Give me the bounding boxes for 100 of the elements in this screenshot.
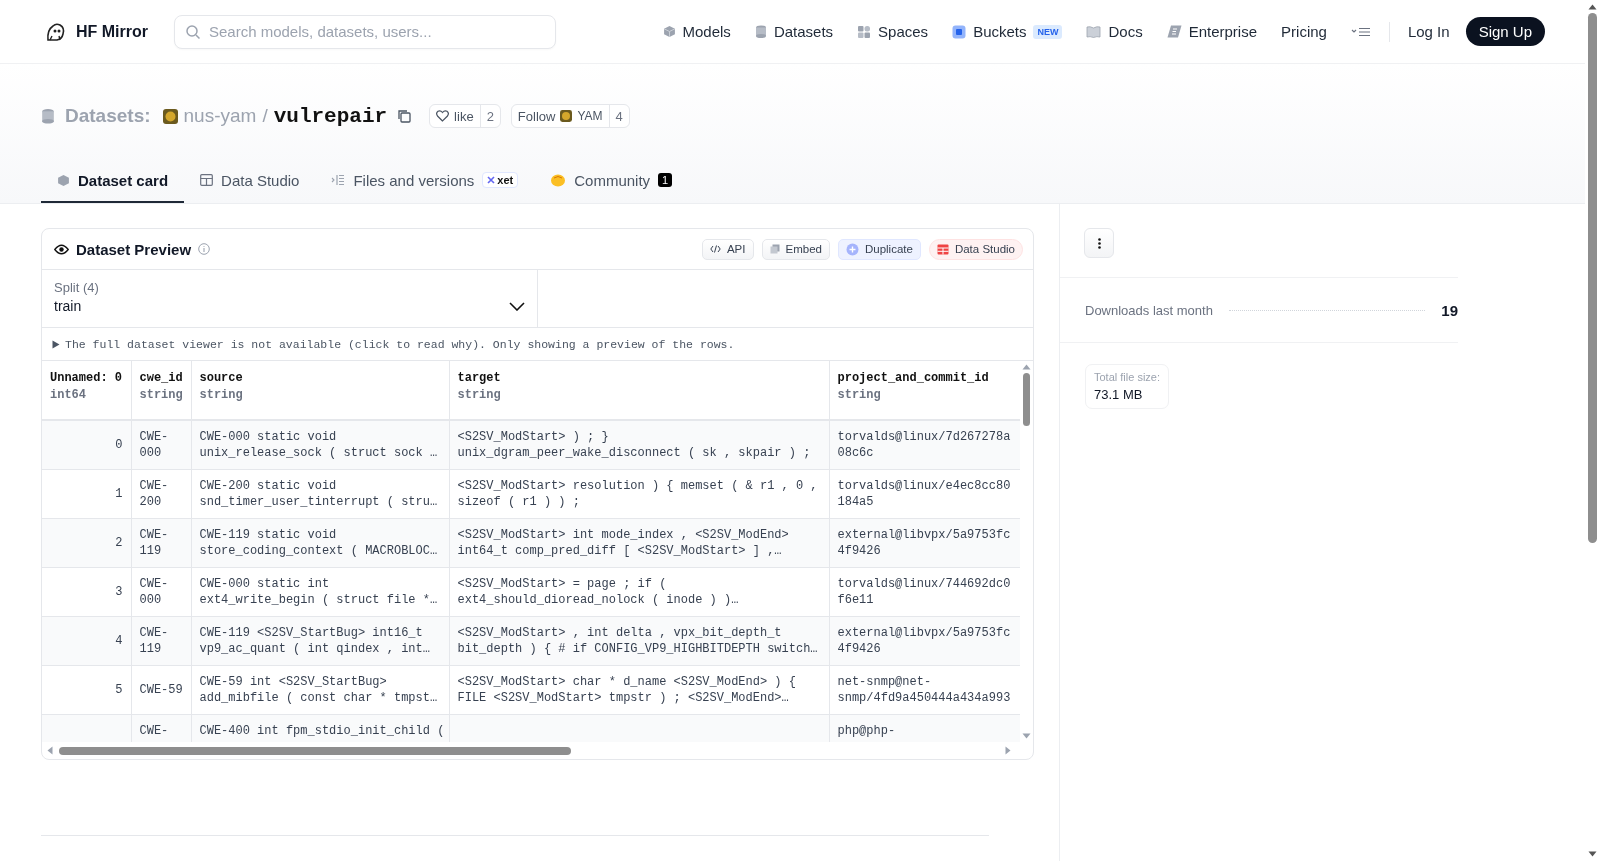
table-cell: 4: [115, 634, 123, 648]
square-icon: [952, 24, 967, 39]
list-icon: [331, 174, 346, 186]
org-avatar: [162, 108, 178, 124]
table-cell: 0: [115, 438, 123, 452]
table-cell: <S2SV_ModStart> int mode_index , <S2SV_ModEnd> int64_t comp_pred_diff [ <S2SV_ModStart> ] ,…: [457, 528, 789, 558]
count-badge: 1: [658, 173, 673, 187]
nav-link[interactable]: Buckets NEW: [952, 23, 1063, 40]
like-count: 2: [479, 105, 500, 127]
table-cell: php@php-: [837, 724, 896, 738]
like-button[interactable]: like 2: [429, 104, 501, 128]
downloads-label: Downloads last month: [1085, 302, 1213, 318]
table-cell: torvalds@linux/e4ec8cc80 184a5: [837, 479, 1011, 509]
up-arrow-icon[interactable]: [1588, 4, 1597, 10]
nav-link[interactable]: Datasets: [754, 23, 834, 40]
table-cell: torvalds@linux/7d267278a 08c6c: [837, 430, 1011, 460]
action-button[interactable]: Embed: [761, 238, 830, 260]
down-arrow-icon[interactable]: [1588, 851, 1597, 857]
follow-label: Follow: [517, 108, 556, 124]
table-cell: CWE-000 static void unix_release_sock ( struct sock …: [199, 430, 438, 460]
repo-name[interactable]: vulrepair: [273, 104, 388, 128]
file-size-value: 73.1 MB: [1094, 387, 1144, 402]
database-icon: [754, 25, 767, 38]
table-cell: <S2SV_ModStart> = page ; if ( ext4_should_dioread_nolock ( inode ) )…: [457, 577, 739, 607]
nav-link[interactable]: Enterprise: [1166, 23, 1258, 40]
copy-icon: [769, 244, 780, 254]
org-avatar: [560, 110, 573, 122]
table-cell: CWE-200 static void snd_timer_user_tinterrupt ( stru…: [199, 479, 438, 509]
search-field[interactable]: Search models, datasets, users...: [174, 14, 556, 49]
action-button[interactable]: API: [701, 238, 754, 260]
table-cell: CWE-119 <S2SV_StartBug> int16_t vp9_ac_quant ( int qindex , int…: [199, 626, 430, 656]
scroll-thumb[interactable]: [1588, 13, 1597, 543]
table-cell: external@libvpx/5a9753fc 4f9426: [837, 528, 1011, 558]
table-cell: CWE-59: [139, 683, 183, 697]
table-cell: <S2SV_ModStart> ) ; } unix_dgram_peer_wake_disconnect ( sk , skpair ) ;: [457, 430, 811, 460]
badge-label: xet: [497, 174, 514, 186]
copy-icon[interactable]: [397, 109, 412, 123]
tab[interactable]: Community 1: [534, 159, 689, 203]
table-cell: CWE-: [139, 724, 169, 738]
table-cell: CWE-119 static void store_coding_context ( MACROBLOC…: [199, 528, 438, 558]
action-button[interactable]: Duplicate: [837, 238, 921, 260]
nav-link[interactable]: Docs: [1086, 23, 1143, 40]
tag-icon: [1166, 25, 1182, 38]
path-separator: /: [262, 105, 268, 127]
tab[interactable]: Dataset card: [41, 159, 185, 203]
brand-name[interactable]: HF Mirror: [76, 22, 148, 41]
table-cell: CWE-59 int <S2SV_StartBug> add_mibfile ( const char * tmpst…: [199, 675, 438, 705]
table-cell: CWE-000 static int ext4_write_begin ( struct file *…: [199, 577, 438, 607]
menu-icon[interactable]: [1350, 26, 1371, 37]
split-select[interactable]: Split (4) train: [42, 270, 538, 327]
disclosure-icon[interactable]: [52, 339, 60, 349]
table-icon: [936, 243, 949, 255]
table-cell: 5: [115, 683, 123, 697]
tab[interactable]: Data Studio: [184, 159, 316, 203]
chevron-icon: [509, 302, 525, 311]
more-button[interactable]: [1084, 228, 1114, 258]
scroll-thumb[interactable]: [59, 746, 571, 755]
table-icon: [200, 174, 214, 186]
table-cell: 1: [115, 487, 123, 501]
plus-icon: [845, 242, 859, 256]
info-icon[interactable]: [198, 243, 211, 255]
follow-button[interactable]: Follow YAM 4: [510, 104, 630, 128]
database-icon: [41, 108, 55, 124]
search-icon: [185, 23, 201, 40]
new-badge: NEW: [1033, 24, 1063, 39]
nav-link[interactable]: Pricing: [1281, 23, 1327, 40]
login-link[interactable]: Log In: [1407, 23, 1450, 40]
table-cell: 3: [115, 585, 123, 599]
tab[interactable]: Files and versions xet: [315, 159, 535, 203]
downloads-count: 19: [1441, 301, 1458, 319]
right-arrow-icon[interactable]: [1005, 746, 1011, 755]
left-arrow-icon[interactable]: [47, 746, 53, 755]
table-cell: CWE- 000: [139, 430, 169, 460]
table-cell: <S2SV_ModStart> , int delta , vpx_bit_depth_t bit_depth ) { # if CONFIG_VP9_HIGHBITDEPTH switch…: [457, 626, 818, 656]
cross-icon: [487, 176, 496, 184]
like-label: like: [454, 108, 474, 124]
heart-icon: [436, 110, 450, 122]
signup-button[interactable]: Sign Up: [1465, 17, 1545, 46]
nav-link[interactable]: Spaces: [857, 23, 929, 40]
table-cell: external@libvpx/5a9753fc 4f9426: [837, 626, 1011, 656]
preview-title: Dataset Preview: [76, 240, 192, 258]
table-cell: <S2SV_ModStart> resolution ) { memset ( & r1 , 0 , sizeof ( r1 ) ) ;: [457, 479, 818, 509]
book-icon: [1086, 25, 1102, 38]
eye-icon: [54, 243, 69, 255]
table-cell: CWE- 119: [139, 528, 169, 558]
more-icon: [1097, 237, 1101, 249]
org-name: YAM: [577, 109, 603, 123]
action-button[interactable]: Data Studio: [928, 238, 1023, 260]
nav-link[interactable]: Models: [662, 23, 731, 40]
cube-icon: [57, 173, 70, 187]
table-cell: CWE- 200: [139, 479, 169, 509]
cube-icon: [662, 25, 676, 38]
table-cell: CWE- 119: [139, 626, 169, 656]
table-cell: net-snmp@net- snmp/4fd9a450444a434a993: [837, 675, 1011, 705]
notice-text[interactable]: The full dataset viewer is not available (click to read why). Only showing a preview of the rows.: [65, 337, 735, 351]
repo-type: Datasets:: [65, 105, 151, 127]
table-cell: <S2SV_ModStart> char * d_name <S2SV_ModEnd> ) { FILE <S2SV_ModStart> tmpstr ) ; <S2SV_ModEnd>…: [457, 675, 796, 705]
table-cell: CWE- 000: [139, 577, 169, 607]
file-size-label: Total file size:: [1094, 371, 1161, 383]
scroll-thumb[interactable]: [1023, 373, 1030, 426]
